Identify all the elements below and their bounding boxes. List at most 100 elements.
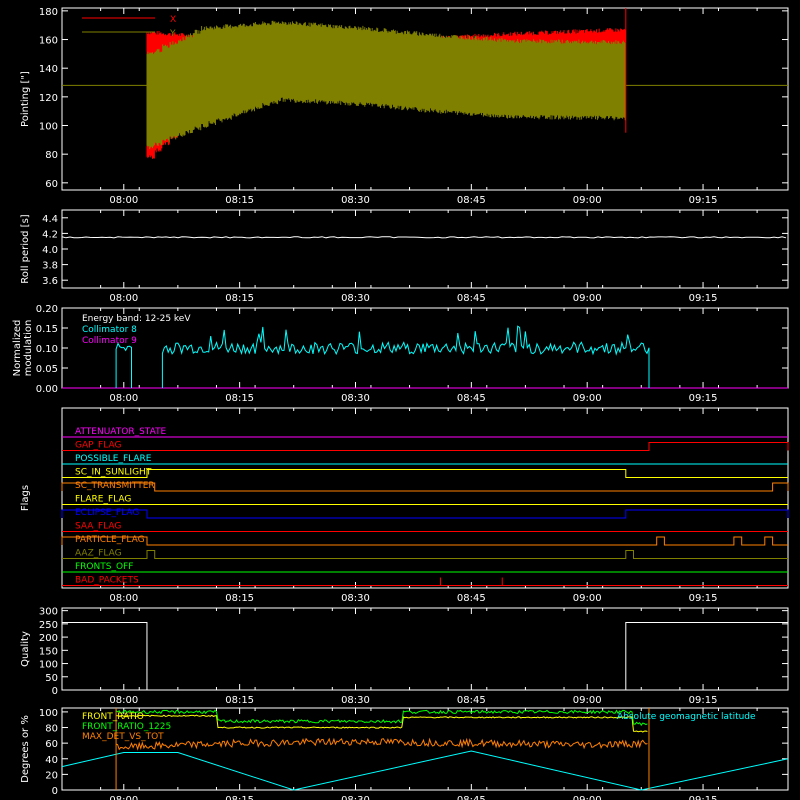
x-tick-label: 08:30	[341, 593, 370, 604]
flag-flare-flag: FLARE_FLAG	[62, 495, 788, 505]
x-tick-label: 08:15	[225, 795, 254, 800]
x-tick-label: 08:45	[457, 795, 486, 800]
x-tick-label: 09:15	[689, 593, 718, 604]
y-tick-label: 100	[39, 122, 58, 133]
x-tick-label: 08:00	[109, 695, 138, 706]
y-axis-label: Flags	[20, 485, 31, 511]
panel-quality: 08:00 08:15 08:30 08:45 09:00 09:15 Quality 0 50…	[20, 607, 789, 706]
y-tick-label: 0.00	[36, 384, 58, 395]
y-tick-label: 80	[45, 150, 58, 161]
flag-eclipse-flag: ECLIPSE_FLAG	[61, 508, 789, 519]
x-tick-label: 08:15	[225, 695, 254, 706]
legend-label: FRONT_RATIO_1225	[82, 722, 171, 732]
x-tick-label: 08:45	[457, 195, 486, 206]
x-tick-label: 09:00	[573, 695, 602, 706]
legend-label: Energy band: 12-25 keV	[82, 314, 191, 324]
y-axis-label: Roll period [s]	[20, 214, 31, 283]
flag-label: AAZ_FLAG	[75, 549, 122, 559]
chart-canvas: 08:00 08:15 08:30 08:45 09:00 09:15 Pointing […	[12, 7, 789, 800]
flag-label: GAP_FLAG	[75, 441, 121, 451]
y-tick-label: 0.05	[36, 364, 58, 375]
x-tick-label: 09:00	[573, 293, 602, 304]
x-tick-label: 08:00	[109, 293, 138, 304]
x-tick-label: 08:15	[225, 593, 254, 604]
ratio-series-0	[116, 714, 648, 733]
y-tick-label: 300	[39, 607, 58, 618]
x-tick-label: 09:00	[573, 393, 602, 404]
x-tick-label: 08:30	[341, 293, 370, 304]
x-tick-label: 08:30	[341, 695, 370, 706]
ratio-series-3	[61, 750, 789, 791]
y-tick-label: 80	[45, 724, 58, 735]
x-tick-label: 08:00	[109, 593, 138, 604]
x-tick-label: 08:15	[225, 195, 254, 206]
flag-label: SC_IN_SUNLIGHT	[75, 468, 152, 478]
x-tick-label: 08:45	[457, 393, 486, 404]
panel-ratios: 08:00 08:15 08:30 08:45 09:00 09:15 Degrees or…	[20, 707, 789, 800]
y-tick-label: 150	[39, 646, 58, 657]
legend-label: Absolute geomagnetic latitude	[617, 712, 756, 722]
y-tick-label: 200	[39, 633, 58, 644]
x-tick-label: 09:15	[689, 795, 718, 800]
panel-modulation: 08:00 08:15 08:30 08:45 09:00 09:15 Normalized…	[12, 304, 789, 404]
flag-particle-flag: PARTICLE_FLAG	[61, 535, 788, 546]
y-tick-label: 140	[39, 64, 58, 75]
y-tick-label: 0.10	[36, 344, 58, 355]
flag-aaz-flag: AAZ_FLAG	[62, 549, 788, 559]
ratio-series-2	[115, 737, 648, 751]
x-tick-label: 09:00	[573, 593, 602, 604]
y-tick-label: 4.4	[42, 214, 58, 225]
y-tick-label: 160	[39, 36, 58, 47]
y-tick-label: 4.2	[42, 229, 58, 240]
flag-label: FLARE_FLAG	[75, 495, 131, 505]
y-tick-label: 20	[45, 770, 58, 781]
y-tick-label: 4.0	[42, 245, 58, 256]
flag-label: FRONTS_OFF	[75, 562, 133, 572]
x-tick-label: 08:30	[341, 195, 370, 206]
flag-possible-flare: POSSIBLE_FLARE	[62, 454, 788, 465]
x-tick-label: 08:30	[341, 795, 370, 800]
y-tick-label: 0	[52, 786, 58, 797]
x-tick-label: 08:15	[225, 293, 254, 304]
flag-label: SAA_FLAG	[75, 522, 121, 532]
flag-line	[61, 482, 789, 492]
x-tick-label: 09:15	[689, 293, 718, 304]
x-tick-label: 08:00	[109, 393, 138, 404]
flag-line	[62, 550, 788, 559]
legend-label: FRONT_RATIO	[82, 712, 144, 722]
y-axis-label: Quality	[20, 631, 31, 667]
x-tick-label: 09:00	[573, 795, 602, 800]
x-tick-label: 08:45	[457, 593, 486, 604]
x-tick-label: 08:30	[341, 393, 370, 404]
y-tick-label: 50	[45, 673, 58, 684]
plot-frame	[61, 209, 789, 289]
x-tick-label: 09:15	[689, 393, 718, 404]
x-tick-label: 08:00	[109, 795, 138, 800]
flag-line	[61, 509, 789, 519]
y-tick-label: 120	[39, 93, 58, 104]
y-tick-label: 100	[39, 660, 58, 671]
y-tick-label: 60	[45, 179, 58, 190]
flag-bad-packets: BAD_PACKETS	[62, 576, 788, 586]
legend-label: MAX_DET_VS_TOT	[82, 732, 164, 742]
plot-frame	[61, 407, 789, 589]
flag-fronts-off: FRONTS_OFF	[62, 562, 788, 573]
quality-line	[62, 622, 788, 691]
y-tick-label: 100	[39, 708, 58, 719]
y-axis-label: Pointing ["]	[20, 71, 31, 127]
y-tick-label: 180	[39, 7, 58, 18]
y-tick-label: 0	[52, 686, 58, 697]
flag-label: ATTENUATOR_STATE	[75, 427, 167, 437]
collimator-8-line	[115, 325, 650, 388]
flag-line	[62, 469, 788, 478]
flag-line	[62, 442, 789, 451]
flag-attenuator-state: ATTENUATOR_STATE	[62, 427, 788, 438]
flag-label: POSSIBLE_FLARE	[75, 454, 152, 464]
y-axis-label: Normalizedmodulation	[12, 320, 34, 377]
x-tick-label: 09:15	[689, 695, 718, 706]
panel-pointing: 08:00 08:15 08:30 08:45 09:00 09:15 Pointing […	[20, 7, 789, 206]
plot-frame	[61, 607, 789, 691]
roll-period-line	[61, 236, 787, 239]
flag-gap-flag: GAP_FLAG	[62, 441, 789, 451]
x-tick-label: 08:45	[457, 293, 486, 304]
